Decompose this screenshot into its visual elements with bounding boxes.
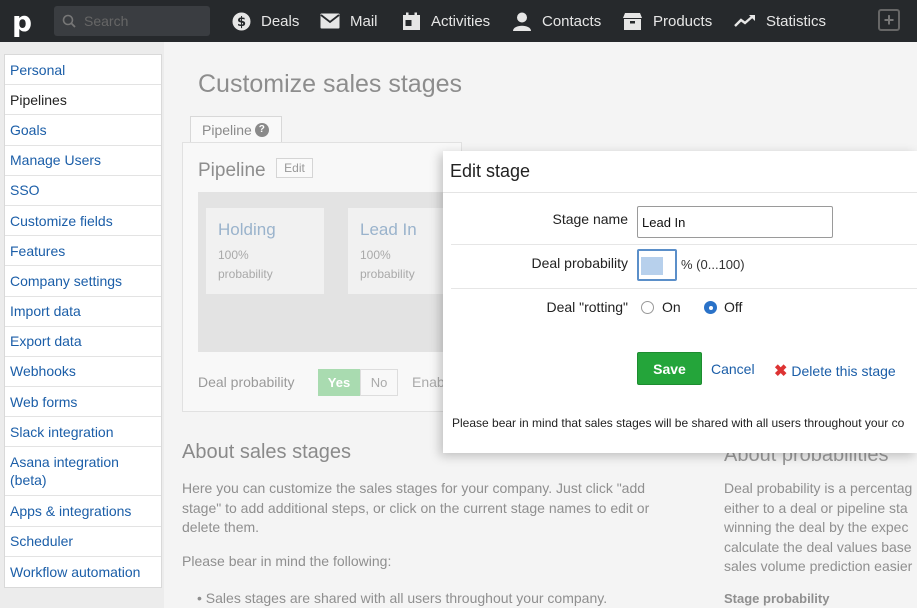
help-icon[interactable]: ? [254,122,269,137]
sidebar-item-sso[interactable]: SSO [5,176,161,206]
delete-x-icon: ✖ [774,363,788,380]
sidebar-item-features[interactable]: Features [5,236,161,267]
delete-label: Delete this stage [791,363,896,379]
pipedrive-logo[interactable]: p [0,0,44,42]
nav-products[interactable]: Products [622,0,712,42]
mail-icon [320,13,340,29]
pipeline-title: Pipeline [198,160,266,181]
deal-probability-label: Deal probability [198,374,295,390]
nav-label: Products [653,12,713,30]
nav-deals[interactable]: $ Deals [232,0,299,42]
bullet-item: • Sales stages are shared with all users… [197,590,608,606]
stage-lead-in[interactable]: Lead In 100% probability [348,208,448,294]
sidebar-item-pipelines[interactable]: Pipelines [5,85,161,116]
sidebar-item-customize-fields[interactable]: Customize fields [5,206,161,237]
sidebar-item-apps-integrations[interactable]: Apps & integrations [5,496,161,527]
sidebar-item-goals[interactable]: Goals [5,115,161,146]
calendar-icon [402,12,421,31]
tab-label: Pipeline [202,121,252,138]
probability-yes-toggle[interactable]: Yes [318,369,360,396]
dialog-title: Edit stage [443,151,917,193]
svg-text:$: $ [237,15,246,30]
sidebar-item-webhooks[interactable]: Webhooks [5,357,161,388]
box-icon [622,12,643,31]
sidebar-item-export-data[interactable]: Export data [5,327,161,357]
nav-label: Deals [261,12,300,30]
shared-stages-note: Please bear in mind that sales stages wi… [452,416,905,430]
nav-mail[interactable]: Mail [320,0,378,42]
edit-stage-dialog: Edit stage Stage name Deal probability %… [443,151,917,453]
stage-name: Lead In [360,220,417,239]
sidebar-item-scheduler[interactable]: Scheduler [5,527,161,557]
row-divider [451,288,917,289]
rotting-on-radio[interactable] [641,301,654,314]
nav-activities[interactable]: Activities [402,0,490,42]
trend-line-icon [734,14,756,28]
edit-pipeline-button[interactable]: Edit [276,158,313,178]
rotting-off-radio[interactable] [704,301,717,314]
about-stages-title: About sales stages [182,441,351,463]
sidebar-item-slack-integration[interactable]: Slack integration [5,417,161,448]
stage-name-input[interactable] [637,206,833,238]
plus-square-icon[interactable]: + [878,9,900,31]
stage-percent: 100% probability [218,248,273,281]
deal-probability-input[interactable] [637,249,677,281]
search-box[interactable] [54,6,210,36]
sidebar-item-manage-users[interactable]: Manage Users [5,146,161,176]
stage-holding[interactable]: Holding 100% probability [206,208,324,294]
search-icon [62,14,76,28]
settings-sidebar: Personal Pipelines Goals Manage Users SS… [4,54,162,588]
top-nav-bar: p $ Deals Mail Activities Contacts Produ… [0,0,917,42]
row-divider [451,244,917,245]
deal-probability-label: Deal probability [531,255,629,271]
sidebar-item-personal[interactable]: Personal [5,55,161,86]
rotting-off-label[interactable]: Off [724,299,742,315]
nav-label: Mail [350,12,378,30]
save-button[interactable]: Save [637,352,702,385]
sidebar-item-web-forms[interactable]: Web forms [5,387,161,418]
probability-range-hint: % (0...100) [681,257,745,272]
about-probabilities-text: Deal probability is a percentag either t… [724,480,913,574]
sidebar-item-workflow-automation[interactable]: Workflow automation [5,557,161,587]
nav-label: Activities [431,12,491,30]
nav-statistics[interactable]: Statistics [734,0,826,42]
stage-probability-heading: Stage probability [724,591,830,606]
deal-rotting-label: Deal "rotting" [546,299,628,315]
search-input[interactable] [84,13,194,29]
nav-label: Statistics [766,12,827,30]
stage-name: Holding [218,220,276,239]
sidebar-item-company-settings[interactable]: Company settings [5,266,161,297]
about-stages-text: Here you can customize the sales stages … [182,480,650,535]
delete-stage-link[interactable]: ✖ Delete this stage [774,361,896,381]
probability-no-toggle[interactable]: No [360,369,398,396]
nav-label: Contacts [542,12,602,30]
cancel-link[interactable]: Cancel [711,361,755,377]
stage-name-label: Stage name [552,211,629,227]
dollar-circle-icon: $ [232,12,251,31]
person-icon [512,12,532,31]
tab-pipeline[interactable]: Pipeline ? [190,116,282,142]
bear-in-mind-text: Please bear in mind the following: [182,553,392,569]
page-title: Customize sales stages [198,70,463,98]
sidebar-item-import-data[interactable]: Import data [5,297,161,327]
stage-percent: 100% probability [360,248,415,281]
rotting-on-label[interactable]: On [662,299,681,315]
enable-label: Enab [412,374,445,390]
sidebar-item-asana-integration[interactable]: Asana integration (beta) [5,447,161,497]
nav-contacts[interactable]: Contacts [512,0,601,42]
